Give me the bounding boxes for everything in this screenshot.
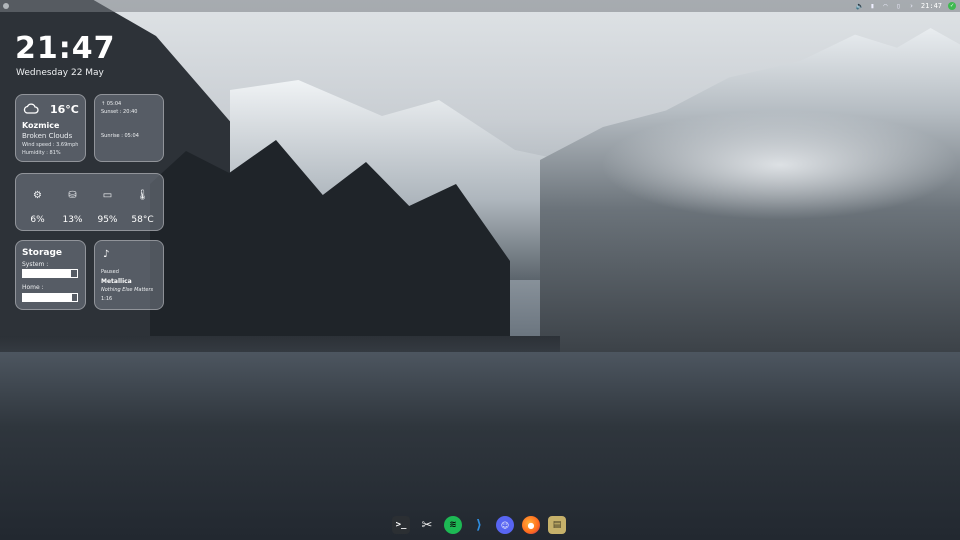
storage-widget: Storage System : Home : [15, 240, 86, 310]
sun-widget: ↑ 05:04 Sunset : 20:40 Sunrise : 05:04 [94, 94, 164, 162]
fog [600, 110, 960, 220]
storage-home-bar [22, 293, 78, 302]
workspace-dot[interactable] [3, 3, 9, 9]
storage-system-fill [23, 270, 71, 277]
cpu-icon: ⚙ [33, 190, 42, 201]
stat-cpu: ⚙ 6% [19, 174, 56, 232]
discord-icon[interactable]: ☺ [496, 516, 514, 534]
topbar-clock[interactable]: 21:47 [921, 2, 942, 10]
dock: >_ ✂ ≋ ⟩ ☺ ● ▤ [392, 514, 566, 536]
storage-home-label: Home : [22, 284, 44, 291]
desktop-clock: 21:47 [15, 31, 116, 66]
stat-value: 6% [30, 215, 45, 225]
lake [0, 352, 960, 540]
weather-temperature: 16°C [50, 103, 79, 116]
storage-system-bar [22, 269, 78, 278]
storage-system-label: System : [22, 261, 49, 268]
stat-value: 58°C [131, 215, 154, 225]
battery-icon: ▭ [102, 190, 113, 201]
thermometer-icon: 🌡 [136, 190, 149, 201]
terminal-icon[interactable]: >_ [392, 516, 410, 534]
cloud-icon [23, 103, 39, 114]
screenshot-tool-icon[interactable]: ✂ [418, 516, 436, 534]
weather-widget: 16°C Kozmice Broken Clouds Wind speed : … [15, 94, 86, 162]
spotify-icon[interactable]: ≋ [444, 516, 462, 534]
sun-line-3: Sunrise : 05:04 [101, 133, 139, 139]
weather-wind: Wind speed : 3.69mph [22, 142, 79, 148]
stat-battery: ▭ 95% [89, 174, 126, 232]
battery-icon[interactable]: ▯ [895, 2, 902, 10]
stat-value: 13% [62, 215, 83, 225]
storage-title: Storage [22, 248, 63, 258]
notification-icon[interactable]: ✓ [948, 2, 956, 10]
wifi-icon[interactable]: ◠ [882, 2, 889, 10]
firefox-icon[interactable]: ● [522, 516, 540, 534]
weather-humidity: Humidity : 81% [22, 150, 61, 156]
file-manager-icon[interactable]: ▤ [548, 516, 566, 534]
weather-city: Kozmice [22, 121, 60, 130]
music-track: Nothing Else Matters [101, 287, 154, 293]
music-note-icon: ♪ [103, 249, 110, 260]
database-icon: ⛁ [68, 190, 77, 201]
top-bar: 🔈 ▮ ◠ ▯ › 21:47 ✓ [0, 0, 960, 12]
desktop-date: Wednesday 22 May [16, 68, 104, 78]
stat-value: 95% [97, 215, 118, 225]
volume-icon[interactable]: 🔈 [856, 2, 865, 10]
sun-line-2: Sunset : 20:40 [101, 109, 138, 115]
system-stats-widget: ⚙ 6% ⛁ 13% ▭ 95% 🌡 58°C [15, 173, 164, 231]
system-tray: 🔈 ▮ ◠ ▯ › 21:47 ✓ [856, 2, 960, 10]
stat-disk: ⛁ 13% [54, 174, 91, 232]
music-artist: Metallica [101, 278, 132, 285]
music-status: Paused [101, 269, 119, 275]
music-time: 1:16 [101, 296, 113, 302]
clipboard-icon[interactable]: ▮ [869, 2, 876, 10]
weather-condition: Broken Clouds [22, 132, 73, 140]
stat-temperature: 🌡 58°C [124, 174, 161, 232]
sun-line-1: ↑ 05:04 [101, 101, 122, 107]
chevron-right-icon[interactable]: › [908, 2, 915, 10]
storage-home-fill [23, 294, 72, 301]
music-widget[interactable]: ♪ Paused Metallica Nothing Else Matters … [94, 240, 164, 310]
vscode-icon[interactable]: ⟩ [470, 516, 488, 534]
